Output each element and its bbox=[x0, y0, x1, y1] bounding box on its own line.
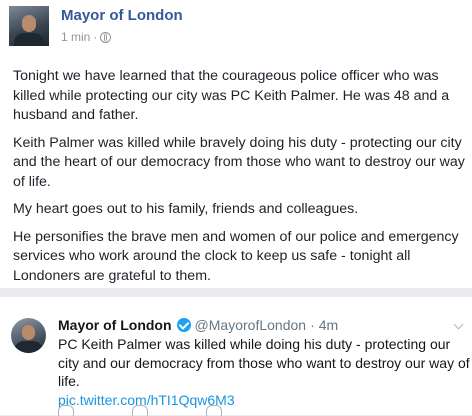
reply-icon[interactable] bbox=[58, 405, 74, 416]
post-paragraph: Keith Palmer was killed while bravely do… bbox=[13, 134, 465, 190]
tweet-separator: · bbox=[310, 317, 315, 333]
facebook-post-meta: 1 min · bbox=[61, 30, 112, 44]
tweet-author-name[interactable]: Mayor of London bbox=[58, 317, 172, 333]
embedded-tweet: Mayor of London @MayorofLondon · 4m PC K… bbox=[0, 297, 472, 416]
facebook-post-body: Tonight we have learned that the courage… bbox=[13, 67, 465, 294]
facebook-author-name[interactable]: Mayor of London bbox=[61, 7, 183, 24]
tweet-avatar[interactable] bbox=[11, 318, 46, 353]
facebook-post-time[interactable]: 1 min bbox=[61, 30, 90, 44]
tweet-header: Mayor of London @MayorofLondon · 4m bbox=[58, 317, 338, 333]
retweet-icon[interactable] bbox=[132, 405, 148, 416]
post-paragraph: Tonight we have learned that the courage… bbox=[13, 68, 450, 123]
facebook-profile-avatar[interactable] bbox=[9, 6, 49, 46]
like-icon[interactable] bbox=[206, 405, 222, 416]
meta-separator: · bbox=[93, 30, 98, 44]
chevron-down-icon[interactable] bbox=[453, 319, 464, 330]
post-paragraph: He personifies the brave men and women o… bbox=[13, 228, 459, 284]
globe-icon[interactable] bbox=[100, 31, 112, 43]
tweet-body: PC Keith Palmer was killed while doing h… bbox=[58, 336, 470, 389]
post-paragraph: My heart goes out to his family, friends… bbox=[13, 201, 359, 217]
tweet-actions bbox=[58, 405, 222, 416]
facebook-post: Mayor of London 1 min · Tonight we have … bbox=[0, 0, 472, 288]
tweet-time[interactable]: 4m bbox=[319, 317, 338, 333]
verified-badge-icon bbox=[176, 318, 191, 332]
tweet-handle[interactable]: @MayorofLondon bbox=[195, 317, 307, 333]
tweet-text: PC Keith Palmer was killed while doing h… bbox=[58, 335, 470, 409]
